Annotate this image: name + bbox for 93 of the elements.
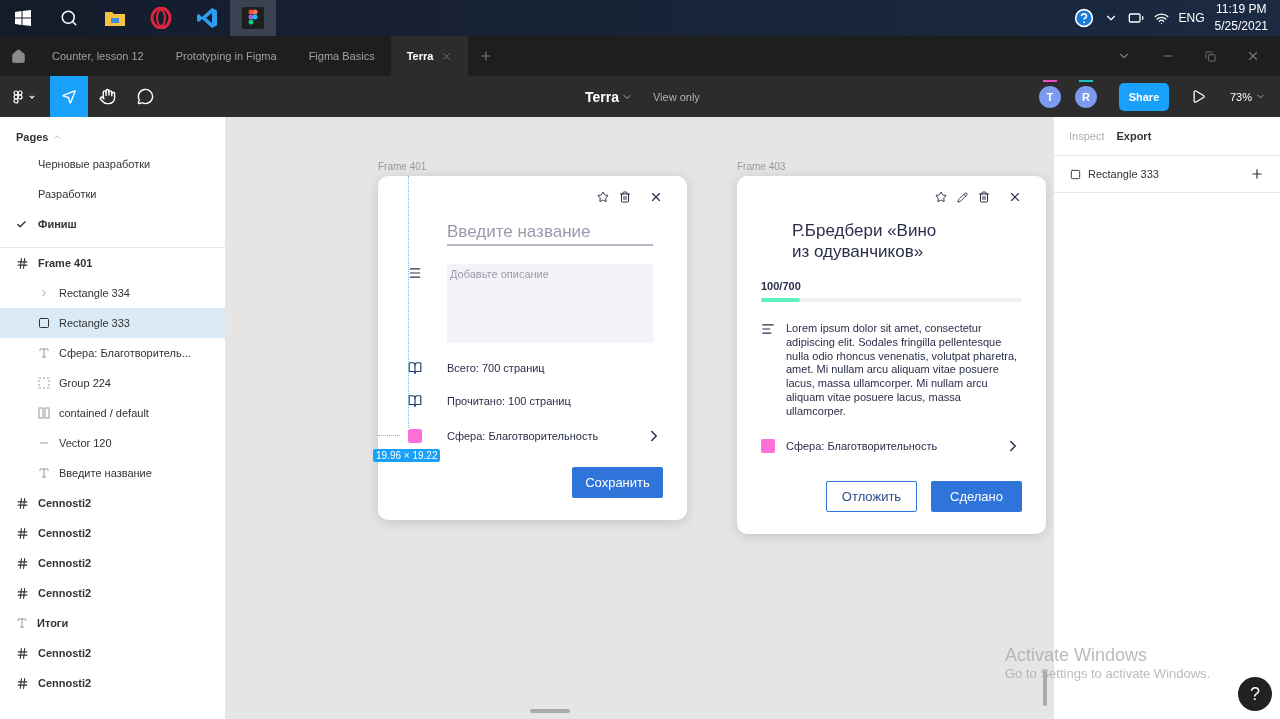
layer-item[interactable]: Vector 120 <box>0 428 225 458</box>
zoom-dropdown[interactable]: 73% <box>1229 90 1266 103</box>
lines-icon <box>408 266 422 280</box>
add-icon[interactable] <box>1250 167 1264 181</box>
layer-item[interactable]: Rectangle 334 <box>0 278 225 308</box>
figma-logo-icon <box>242 7 264 29</box>
file-tab[interactable]: Terra <box>390 36 469 76</box>
dashed-square-icon <box>38 377 50 389</box>
layer-item[interactable]: Cennosti2 <box>0 488 225 518</box>
done-button[interactable]: Сделано <box>931 480 1022 512</box>
help-icon[interactable] <box>1073 8 1094 28</box>
layer-item[interactable]: Cennosti2 <box>0 638 225 668</box>
layer-item[interactable]: Cennosti2 <box>0 578 225 608</box>
layer-item[interactable]: Итоги <box>0 608 225 638</box>
lines-icon <box>761 322 775 336</box>
title-input-field[interactable]: Введите название <box>447 222 653 246</box>
description-text: Lorem ipsum dolor sit amet, consectetur adipiscing elit. Sodales fringilla pellentesque nulla odio rhoncus venenatis, volutpat pharetra, amet. Mi nullam arcu aliquam vitae posuere lacus, massa ullamcorper. Mi nullam arcu aliquam vitae posuere lacus, massa ullamcorper. <box>786 322 1019 419</box>
hash-icon <box>16 526 29 540</box>
clock-time[interactable]: 11:19 PM <box>1216 1 1267 18</box>
page-item[interactable]: Черновые разработки <box>0 149 225 179</box>
book-icon <box>408 394 422 408</box>
text-icon <box>38 347 50 359</box>
close-icon[interactable] <box>1008 190 1022 204</box>
help-button[interactable]: ? <box>1238 677 1272 711</box>
layer-item[interactable]: contained / default <box>0 398 225 428</box>
battery-icon[interactable] <box>1127 10 1144 26</box>
export-layer-name: Rectangle 333 <box>1088 168 1160 180</box>
square-icon <box>38 317 50 329</box>
star-icon[interactable] <box>935 191 947 203</box>
sphere-text: Сфера: Благотворительность <box>447 430 599 442</box>
pencil-icon[interactable] <box>957 191 968 203</box>
trash-icon[interactable] <box>978 191 990 203</box>
view-mode-text: View only <box>653 90 700 103</box>
book-title: Р.Бредбери «Вино из одуванчиков» <box>791 220 938 262</box>
hash-icon <box>16 256 29 270</box>
file-tab[interactable]: Counter, lesson 12 <box>36 36 160 76</box>
layer-item[interactable]: Frame 401 <box>0 248 225 278</box>
taskbar-app[interactable] <box>230 0 276 36</box>
scrollbar[interactable] <box>530 709 570 713</box>
play-icon[interactable] <box>1190 89 1206 104</box>
pointer-icon <box>60 88 78 105</box>
page-item[interactable]: Финиш <box>0 209 225 239</box>
text-icon <box>38 467 50 479</box>
layer-item[interactable]: Group 224 <box>0 368 225 398</box>
star-icon[interactable] <box>597 191 609 203</box>
hash-icon <box>16 496 29 510</box>
check-icon <box>16 218 27 230</box>
layer-item[interactable]: Cennosti2 <box>0 668 225 698</box>
layer-item[interactable]: Введите название <box>0 458 225 488</box>
postpone-button[interactable]: Отложить <box>826 480 917 512</box>
progress-text: 100/700 <box>761 280 802 292</box>
comment-icon <box>136 88 154 105</box>
hash-icon <box>16 676 29 690</box>
layer-item[interactable]: Rectangle 333 <box>0 308 225 338</box>
file-tab[interactable]: Prototyping in Figma <box>159 36 293 76</box>
file-title[interactable]: Terra <box>585 88 633 105</box>
search-icon[interactable] <box>60 9 78 27</box>
layer-item[interactable]: Cennosti2 <box>0 518 225 548</box>
sphere-swatch <box>408 429 422 443</box>
text-icon <box>16 617 28 629</box>
restore-icon[interactable] <box>1205 50 1216 62</box>
hash-icon <box>16 586 29 600</box>
sphere-swatch <box>761 438 775 453</box>
hash-icon <box>16 646 29 660</box>
windows-logo-icon[interactable] <box>15 10 31 26</box>
panel-tab[interactable]: Export <box>1116 130 1152 142</box>
measurement-label: 19.96 × 19.22 <box>373 449 441 462</box>
columns-icon <box>38 407 50 419</box>
measurement-guide <box>378 435 400 436</box>
wifi-icon[interactable] <box>1153 10 1169 26</box>
square-icon <box>1070 168 1081 180</box>
hand-icon <box>98 88 116 105</box>
layer-item[interactable]: Cennosti2 <box>0 548 225 578</box>
read-pages-text: Прочитано: 100 страниц <box>447 395 572 407</box>
language-indicator[interactable]: ENG <box>1178 11 1205 25</box>
trash-icon[interactable] <box>619 191 631 203</box>
folder-icon <box>104 9 126 27</box>
activation-notice-title: Activate Windows <box>1005 645 1149 666</box>
pages-heading[interactable]: Pages <box>16 131 49 143</box>
clock-date[interactable]: 5/25/2021 <box>1214 18 1268 35</box>
file-tab[interactable]: Figma Basics <box>292 36 391 76</box>
total-pages-text: Всего: 700 страниц <box>447 362 546 374</box>
layer-item[interactable]: Сфера: Благотворитель... <box>0 338 225 368</box>
hash-icon <box>16 556 29 570</box>
save-button[interactable]: Сохранить <box>572 467 663 498</box>
book-icon <box>408 361 422 375</box>
page-item[interactable]: Разработки <box>0 179 225 209</box>
sphere-text: Сфера: Благотворительность <box>786 439 938 452</box>
description-field[interactable]: Добавьте описание <box>447 264 653 343</box>
code-editor-icon <box>196 7 218 29</box>
ring-icon <box>150 7 172 29</box>
home-icon[interactable] <box>10 48 26 64</box>
close-icon[interactable] <box>649 190 663 204</box>
